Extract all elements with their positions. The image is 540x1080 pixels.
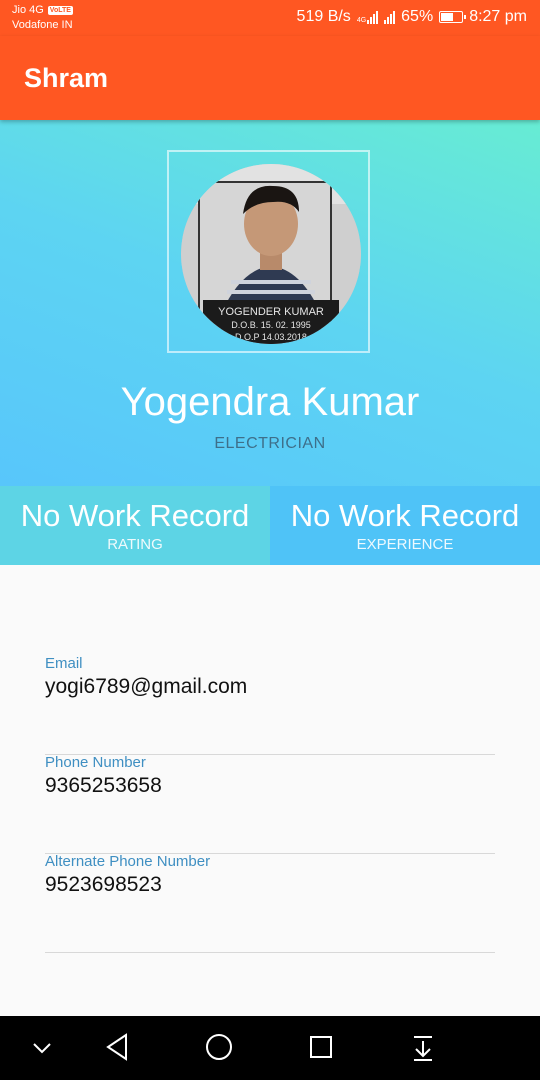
- profile-photo: YOGENDER KUMAR D.O.B. 15. 02. 1995 D.O.P…: [181, 164, 361, 344]
- rating-stat: No Work Record RATING: [0, 486, 270, 565]
- photo-frame: YOGENDER KUMAR D.O.B. 15. 02. 1995 D.O.P…: [167, 150, 370, 353]
- status-icons: 519 B/s 4G 65% 8:27 pm: [297, 8, 527, 26]
- notification-pull-icon[interactable]: [410, 1032, 436, 1062]
- experience-label: EXPERIENCE: [356, 536, 454, 553]
- photo-dop-tag: D.O.P 14.03.2018: [235, 332, 307, 342]
- phone-label: Phone Number: [45, 754, 146, 771]
- rating-value: No Work Record: [20, 498, 250, 533]
- battery-percent: 65%: [401, 8, 434, 25]
- carrier-secondary: Vodafone IN: [12, 19, 73, 31]
- signal-icon: [384, 10, 396, 24]
- worker-role: ELECTRICIAN: [214, 435, 326, 452]
- phone-field: Phone Number 9365253658: [45, 754, 495, 854]
- phone-value[interactable]: 9365253658: [45, 774, 162, 798]
- email-label: Email: [45, 655, 83, 672]
- photo-dob-tag: D.O.B. 15. 02. 1995: [231, 320, 311, 330]
- battery-icon: [439, 11, 467, 23]
- app-bar: Shram: [0, 36, 540, 120]
- recents-icon[interactable]: [308, 1032, 334, 1062]
- alternate-phone-label: Alternate Phone Number: [45, 853, 211, 870]
- signal-4g-icon: 4G: [356, 10, 379, 24]
- email-field: Email yogi6789@gmail.com: [45, 655, 495, 755]
- experience-value: No Work Record: [290, 498, 520, 533]
- avatar[interactable]: YOGENDER KUMAR D.O.B. 15. 02. 1995 D.O.P…: [181, 164, 361, 344]
- chevron-down-icon[interactable]: [30, 1038, 54, 1058]
- alternate-phone-field: Alternate Phone Number 9523698523: [45, 853, 495, 953]
- clock: 8:27 pm: [469, 8, 527, 25]
- rating-label: RATING: [107, 536, 163, 553]
- battery-fill: [441, 13, 454, 21]
- status-bar: Jio 4G VoLTE Vodafone IN 519 B/s 4G 65% …: [0, 0, 540, 36]
- carrier-primary: Jio 4G: [12, 4, 44, 16]
- network-type: 4G: [356, 16, 367, 24]
- system-nav-bar: [0, 1016, 540, 1080]
- network-speed: 519 B/s: [296, 8, 351, 25]
- photo-name-tag: YOGENDER KUMAR: [218, 306, 324, 318]
- home-icon[interactable]: [205, 1032, 233, 1062]
- back-icon[interactable]: [104, 1032, 130, 1062]
- email-value[interactable]: yogi6789@gmail.com: [45, 675, 247, 699]
- carrier-info: Jio 4G VoLTE Vodafone IN: [12, 3, 73, 33]
- worker-name: Yogendra Kumar: [120, 380, 420, 424]
- alternate-phone-value[interactable]: 9523698523: [45, 873, 162, 897]
- profile-header: YOGENDER KUMAR D.O.B. 15. 02. 1995 D.O.P…: [0, 120, 540, 486]
- experience-stat: No Work Record EXPERIENCE: [270, 486, 540, 565]
- volte-badge: VoLTE: [47, 6, 73, 15]
- app-title: Shram: [24, 63, 109, 93]
